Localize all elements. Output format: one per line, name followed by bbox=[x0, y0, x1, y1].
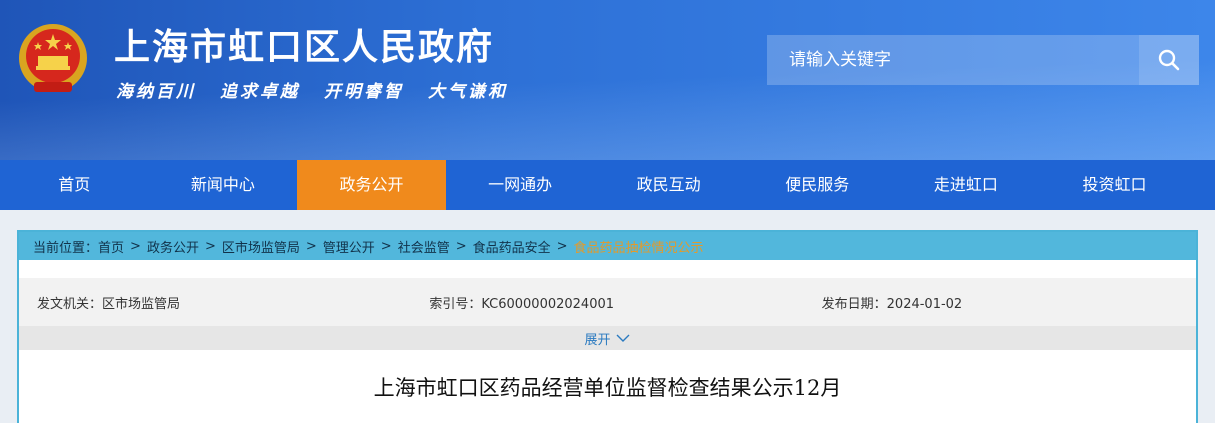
meta-issuer: 发文机关：区市场监管局 bbox=[37, 296, 181, 312]
nav-item-gov-affairs[interactable]: 政务公开 bbox=[297, 160, 446, 210]
document-meta: 发文机关：区市场监管局 索引号：KC60000002024001 发布日期：20… bbox=[19, 278, 1196, 326]
nav-item-services[interactable]: 便民服务 bbox=[743, 160, 892, 210]
breadcrumb: 当前位置： 首页 > 政务公开 > 区市场监管局 > 管理公开 > 社会监管 >… bbox=[19, 232, 1196, 260]
breadcrumb-prefix: 当前位置： bbox=[33, 240, 99, 256]
main-nav: 首页 新闻中心 政务公开 一网通办 政民互动 便民服务 走进虹口 投资虹口 bbox=[0, 160, 1215, 210]
search-icon bbox=[1158, 49, 1180, 71]
search-button[interactable] bbox=[1139, 35, 1199, 85]
chevron-down-icon bbox=[616, 334, 629, 342]
breadcrumb-item-home[interactable]: 首页 bbox=[98, 237, 124, 256]
expand-label: 展开 bbox=[584, 332, 611, 348]
search-input[interactable] bbox=[767, 35, 1139, 85]
nav-item-home[interactable]: 首页 bbox=[0, 160, 149, 210]
breadcrumb-separator: > bbox=[305, 238, 317, 254]
nav-item-about[interactable]: 走进虹口 bbox=[892, 160, 1041, 210]
search-bar bbox=[767, 35, 1199, 85]
breadcrumb-separator: > bbox=[380, 238, 392, 254]
slogan-2: 追求卓越 bbox=[220, 82, 300, 102]
national-emblem-icon bbox=[19, 24, 87, 92]
site-header: 上海市虹口区人民政府 海纳百川 追求卓越 开明睿智 大气谦和 bbox=[0, 0, 1215, 160]
breadcrumb-current[interactable]: 食品药品抽检情况公示 bbox=[574, 237, 704, 256]
nav-item-one-stop[interactable]: 一网通办 bbox=[446, 160, 595, 210]
slogan-4: 大气谦和 bbox=[428, 82, 508, 102]
breadcrumb-separator: > bbox=[556, 238, 568, 254]
breadcrumb-separator: > bbox=[455, 238, 467, 254]
breadcrumb-item-market-bureau[interactable]: 区市场监管局 bbox=[222, 237, 300, 256]
breadcrumb-separator: > bbox=[130, 238, 141, 254]
nav-item-news[interactable]: 新闻中心 bbox=[149, 160, 298, 210]
slogans: 海纳百川 追求卓越 开明睿智 大气谦和 bbox=[116, 77, 508, 102]
breadcrumb-item-food-drug[interactable]: 食品药品安全 bbox=[473, 237, 551, 256]
nav-item-invest[interactable]: 投资虹口 bbox=[1040, 160, 1189, 210]
slogan-3: 开明睿智 bbox=[324, 82, 404, 102]
slogan-1: 海纳百川 bbox=[116, 82, 196, 102]
meta-index-number: 索引号：KC60000002024001 bbox=[429, 296, 615, 312]
meta-publish-date: 发布日期：2024-01-02 bbox=[821, 296, 963, 312]
breadcrumb-item-social[interactable]: 社会监管 bbox=[398, 237, 450, 256]
nav-item-interaction[interactable]: 政民互动 bbox=[594, 160, 743, 210]
breadcrumb-item-management[interactable]: 管理公开 bbox=[323, 237, 375, 256]
breadcrumb-item-gov-affairs[interactable]: 政务公开 bbox=[147, 237, 199, 256]
site-title[interactable]: 上海市虹口区人民政府 bbox=[114, 18, 494, 70]
breadcrumb-separator: > bbox=[204, 238, 216, 254]
expand-toggle[interactable]: 展开 bbox=[19, 326, 1196, 350]
document-title: 上海市虹口区药品经营单位监督检查结果公示12月 bbox=[373, 376, 842, 400]
article-panel: 当前位置： 首页 > 政务公开 > 区市场监管局 > 管理公开 > 社会监管 >… bbox=[17, 230, 1198, 423]
